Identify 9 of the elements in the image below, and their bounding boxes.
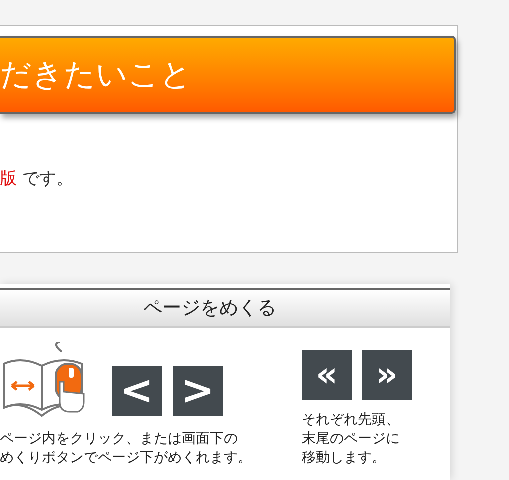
panel-title: ページをめくる — [144, 296, 276, 321]
page-turn-instruction: ページ内をクリック、または画面下の めくりボタンでページ下がめくれます。 — [0, 430, 252, 468]
notice-title: だきたいこと — [0, 60, 192, 90]
last-page-button[interactable]: » — [362, 350, 412, 400]
next-page-button[interactable]: > — [173, 366, 223, 416]
first-page-button[interactable]: « — [302, 350, 352, 400]
notice-message: 版 です。 — [0, 168, 74, 191]
previous-page-button[interactable]: < — [112, 366, 162, 416]
jump-instruction: それぞれ先頭、 末尾のページに 移動します。 — [302, 411, 400, 468]
